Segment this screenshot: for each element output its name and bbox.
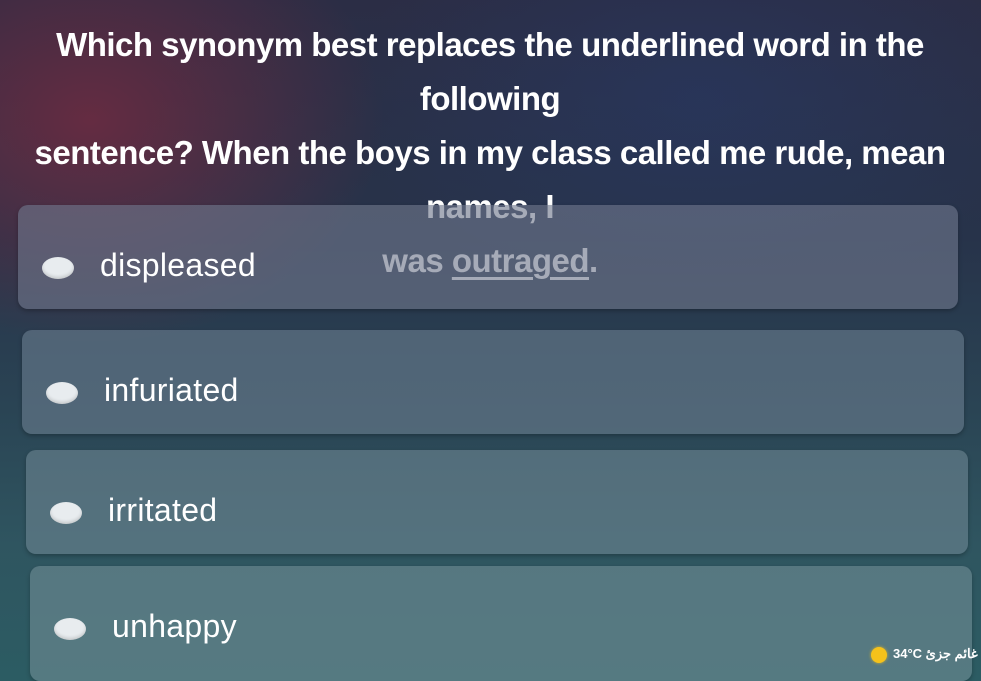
- answer-option-unhappy[interactable]: unhappy: [30, 566, 972, 681]
- answer-option-label: unhappy: [112, 608, 237, 644]
- answer-option-infuriated[interactable]: infuriated: [22, 330, 964, 434]
- radio-button[interactable]: [46, 382, 78, 404]
- question-line-1: Which synonym best replaces the underlin…: [56, 26, 924, 117]
- answer-option-irritated[interactable]: irritated: [26, 450, 968, 554]
- radio-button[interactable]: [50, 502, 82, 524]
- answer-option-label: displeased: [100, 247, 256, 283]
- sun-icon: [871, 647, 887, 663]
- answer-option-displeased[interactable]: displeased: [18, 205, 958, 309]
- answer-option-label: irritated: [108, 492, 218, 528]
- radio-button[interactable]: [54, 618, 86, 640]
- weather-text: 34°C غائم جزئ: [893, 646, 978, 661]
- radio-button[interactable]: [42, 257, 74, 279]
- taskbar-weather[interactable]: 34°C غائم جزئ: [871, 641, 981, 681]
- answer-option-label: infuriated: [104, 372, 239, 408]
